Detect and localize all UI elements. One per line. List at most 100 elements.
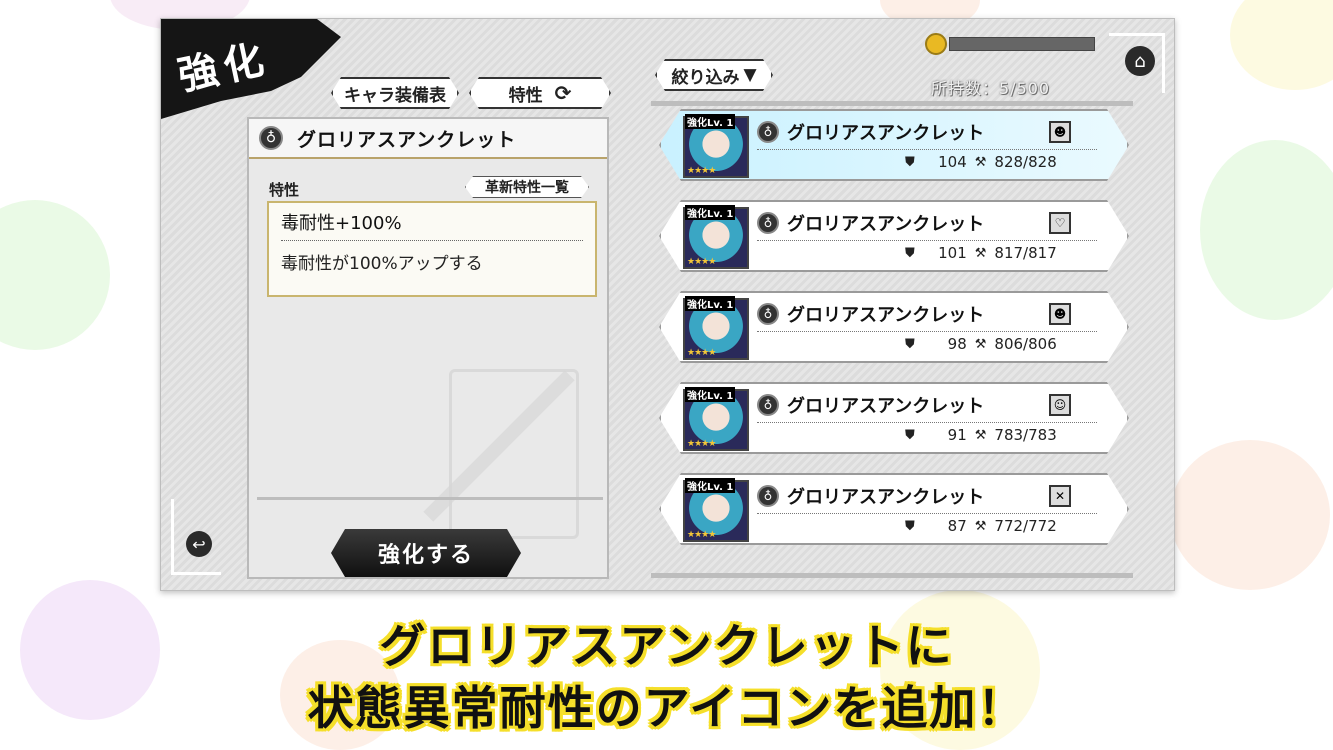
- bg-blob: [0, 200, 110, 350]
- tab-traits[interactable]: 特性 ⟳: [469, 77, 611, 109]
- item-level: 強化Lv. 1: [685, 478, 735, 493]
- trait-description: 毒耐性が100%アップする: [281, 254, 483, 274]
- durability-value: 806/806: [994, 335, 1057, 353]
- list-divider: [651, 101, 1133, 106]
- durability-icon: ⚒: [974, 245, 987, 261]
- item-card[interactable]: 強化Lv. 1 ★★★★ ♁ グロリアスアンクレット ♡ ⛊ 101 ⚒ 817…: [659, 200, 1129, 272]
- caption-line-2: 状態異常耐性のアイコンを追加！: [307, 681, 1026, 735]
- item-level: 強化Lv. 1: [685, 296, 735, 311]
- bg-blob: [1170, 440, 1330, 590]
- item-name-bar: ♁ グロリアスアンクレット: [249, 119, 607, 159]
- back-button[interactable]: ↩: [171, 499, 221, 575]
- accessory-icon: ♁: [757, 303, 779, 325]
- divider: [757, 513, 1097, 514]
- cycle-icon: ⟳: [554, 81, 572, 105]
- accessory-icon: ♁: [757, 485, 779, 507]
- durability-icon: ⚒: [974, 154, 987, 170]
- filter-button[interactable]: 絞り込み ▼: [655, 59, 773, 91]
- item-thumbnail: 強化Lv. 1 ★★★★: [683, 207, 749, 269]
- durability-value: 817/817: [994, 244, 1057, 262]
- item-name: グロリアスアンクレット: [297, 128, 517, 151]
- defense-icon: ⛊: [905, 245, 915, 261]
- card-stats: ⛊ 104 ⚒ 828/828: [905, 153, 1057, 171]
- card-stats: ⛊ 87 ⚒ 772/772: [905, 517, 1057, 535]
- card-stats: ⛊ 98 ⚒ 806/806: [905, 335, 1057, 353]
- gold-gauge: [925, 33, 1097, 55]
- item-count: 所持数：5/500: [931, 79, 1051, 98]
- trait-list-button[interactable]: 革新特性一覧: [465, 176, 589, 198]
- durability-icon: ⚒: [974, 427, 987, 443]
- durability-value: 783/783: [994, 426, 1057, 444]
- item-card[interactable]: 強化Lv. 1 ★★★★ ♁ グロリアスアンクレット ☺ ⛊ 91 ⚒ 783/…: [659, 382, 1129, 454]
- item-thumbnail: 強化Lv. 1 ★★★★: [683, 480, 749, 542]
- rarity-stars-icon: ★★★★: [687, 530, 716, 540]
- defense-value: 98: [947, 335, 967, 353]
- accessory-icon: ♁: [757, 121, 779, 143]
- trait-name: 毒耐性+100%: [281, 209, 583, 241]
- trait-box: 毒耐性+100% 毒耐性が100%アップする: [267, 201, 597, 297]
- durability-icon: ⚒: [974, 336, 987, 352]
- item-thumbnail: 強化Lv. 1 ★★★★: [683, 116, 749, 178]
- home-icon: ⌂: [1125, 46, 1155, 76]
- divider: [757, 149, 1097, 150]
- item-level: 強化Lv. 1: [685, 114, 735, 129]
- rarity-stars-icon: ★★★★: [687, 166, 716, 176]
- durability-value: 828/828: [994, 153, 1057, 171]
- trait-section-label: 特性: [269, 181, 300, 199]
- defense-value: 104: [938, 153, 967, 171]
- card-item-name: グロリアスアンクレット: [787, 214, 985, 235]
- bg-blob: [1200, 140, 1333, 320]
- card-item-name: グロリアスアンクレット: [787, 123, 985, 144]
- durability-icon: ⚒: [974, 518, 987, 534]
- list-divider: [651, 573, 1133, 578]
- card-title: ♁ グロリアスアンクレット: [757, 301, 984, 327]
- rarity-stars-icon: ★★★★: [687, 257, 716, 267]
- bg-blob: [1230, 0, 1333, 90]
- item-level: 強化Lv. 1: [685, 205, 735, 220]
- chevron-down-icon: ▼: [743, 65, 757, 85]
- item-card[interactable]: 強化Lv. 1 ★★★★ ♁ グロリアスアンクレット ✕ ⛊ 87 ⚒ 772/…: [659, 473, 1129, 545]
- divider: [757, 422, 1097, 423]
- resist-cross-icon: ✕: [1049, 485, 1071, 507]
- accessory-icon: ♁: [757, 394, 779, 416]
- accessory-icon: ♁: [757, 212, 779, 234]
- divider: [757, 331, 1097, 332]
- filter-label: 絞り込み: [671, 67, 740, 88]
- divider: [757, 240, 1097, 241]
- card-title: ♁ グロリアスアンクレット: [757, 483, 984, 509]
- card-item-name: グロリアスアンクレット: [787, 487, 985, 508]
- item-card[interactable]: 強化Lv. 1 ★★★★ ♁ グロリアスアンクレット ☻ ⛊ 98 ⚒ 806/…: [659, 291, 1129, 363]
- rarity-stars-icon: ★★★★: [687, 348, 716, 358]
- game-screen: 強化 キャラ装備表 特性 ⟳ ♁ グロリアスアンクレット 特性 革新特性一覧 毒…: [160, 18, 1175, 591]
- item-level: 強化Lv. 1: [685, 387, 735, 402]
- card-item-name: グロリアスアンクレット: [787, 305, 985, 326]
- defense-value: 87: [947, 517, 967, 535]
- defense-icon: ⛊: [905, 427, 915, 443]
- tab-label: 特性: [508, 85, 543, 106]
- durability-value: 772/772: [994, 517, 1057, 535]
- divider: [257, 497, 603, 500]
- defense-icon: ⛊: [905, 518, 915, 534]
- defense-icon: ⛊: [905, 154, 915, 170]
- card-stats: ⛊ 101 ⚒ 817/817: [905, 244, 1057, 262]
- back-arrow-icon: ↩: [186, 531, 212, 557]
- defense-value: 101: [938, 244, 967, 262]
- card-title: ♁ グロリアスアンクレット: [757, 392, 984, 418]
- item-detail-panel: ♁ グロリアスアンクレット 特性 革新特性一覧 毒耐性+100% 毒耐性が100…: [247, 117, 609, 579]
- card-item-name: グロリアスアンクレット: [787, 396, 985, 417]
- home-button[interactable]: ⌂: [1109, 33, 1165, 93]
- card-title: ♁ グロリアスアンクレット: [757, 210, 984, 236]
- resist-face-icon: ☺: [1049, 394, 1071, 416]
- item-thumbnail: 強化Lv. 1 ★★★★: [683, 298, 749, 360]
- resist-heart-icon: ♡: [1049, 212, 1071, 234]
- coin-icon: [925, 33, 947, 55]
- enhance-button[interactable]: 強化する: [331, 529, 521, 577]
- item-card[interactable]: 強化Lv. 1 ★★★★ ♁ グロリアスアンクレット ☻ ⛊ 104 ⚒ 828…: [659, 109, 1129, 181]
- tab-equipment-table[interactable]: キャラ装備表: [331, 77, 459, 109]
- card-stats: ⛊ 91 ⚒ 783/783: [905, 426, 1057, 444]
- tab-label: キャラ装備表: [344, 85, 446, 106]
- resist-mask-icon: ☻: [1049, 303, 1071, 325]
- card-title: ♁ グロリアスアンクレット: [757, 119, 984, 145]
- resist-mask-icon: ☻: [1049, 121, 1071, 143]
- caption-line-1: グロリアスアンクレットに: [379, 619, 954, 673]
